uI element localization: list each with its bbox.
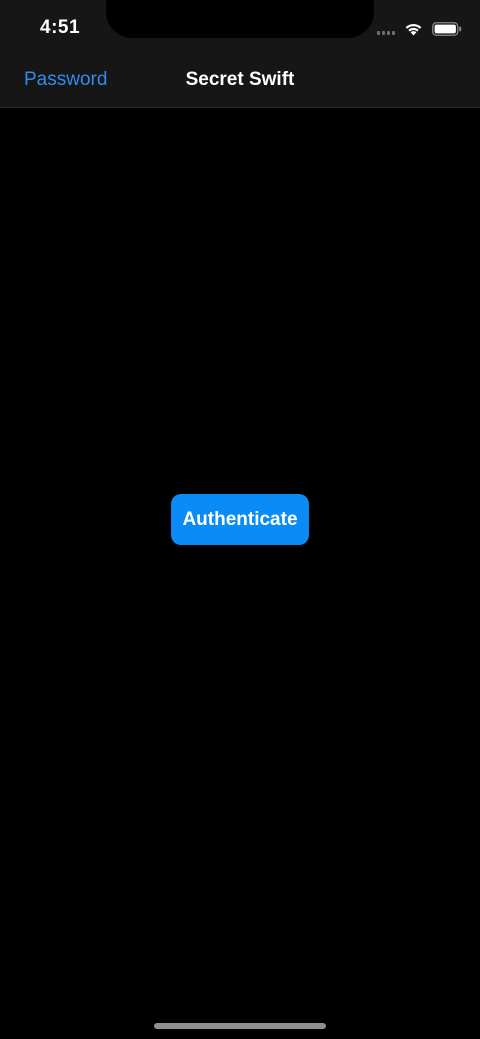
app-screen: 4:51 Password Secret Swift Authenticate <box>0 0 480 1039</box>
wifi-icon <box>404 22 423 36</box>
signal-icon <box>377 23 395 35</box>
home-indicator[interactable] <box>154 1023 326 1029</box>
authenticate-button[interactable]: Authenticate <box>171 494 309 545</box>
top-bar: 4:51 Password Secret Swift <box>0 0 480 108</box>
device-notch <box>106 0 374 38</box>
status-icons <box>377 19 462 39</box>
page-title: Secret Swift <box>185 69 295 90</box>
status-time: 4:51 <box>40 17 81 38</box>
battery-icon <box>432 22 462 36</box>
